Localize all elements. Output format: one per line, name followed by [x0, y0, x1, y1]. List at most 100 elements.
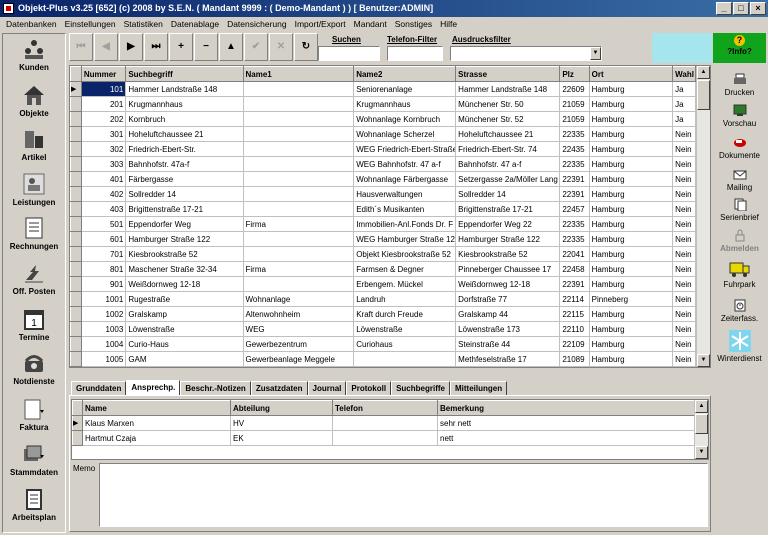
contact-row[interactable]: ▶ Klaus Marxen HV sehr nett — [72, 415, 695, 431]
col-wahl[interactable]: Wahl — [672, 66, 696, 82]
cell-plz[interactable]: 22335 — [559, 126, 590, 142]
cell-wahl[interactable]: Nein — [672, 171, 696, 187]
cell-strasse[interactable]: Hamburger Straße 122 — [455, 231, 561, 247]
cell-suchbegriff[interactable]: Krugmannhaus — [125, 96, 244, 112]
cell-nummer[interactable]: 402 — [80, 186, 127, 202]
cell-strasse[interactable]: Eppendorfer Weg 22 — [455, 216, 561, 232]
cell-ort[interactable]: Pinneberg — [588, 291, 674, 307]
cell-nummer[interactable]: 701 — [80, 246, 127, 262]
col-name2[interactable]: Name2 — [353, 66, 457, 82]
mailing-action[interactable]: Mailing — [713, 168, 766, 192]
post-record-button[interactable]: ✔ — [244, 33, 268, 61]
documents-action[interactable]: Dokumente — [713, 136, 766, 160]
cell-wahl[interactable]: Nein — [672, 186, 696, 202]
cell-name1[interactable] — [242, 186, 355, 202]
cell-strasse[interactable]: Kiesbrookstraße 52 — [455, 246, 561, 262]
cell-plz[interactable]: 21059 — [559, 111, 590, 127]
cell-suchbegriff[interactable]: Färbergasse — [125, 171, 244, 187]
cell-strasse[interactable]: Sollredder 14 — [455, 186, 561, 202]
row-indicator[interactable] — [70, 366, 82, 367]
col-plz[interactable]: Plz — [559, 66, 590, 82]
time-tracking-action[interactable]: Zeiterfass. — [713, 299, 766, 323]
cell-suchbegriff[interactable]: Löwenstraße — [125, 321, 244, 337]
row-indicator[interactable] — [70, 351, 82, 367]
col-telefon[interactable]: Telefon — [332, 400, 438, 416]
cell-wahl[interactable]: Nein — [672, 231, 696, 247]
cell-strasse[interactable]: Setzergasse 2a/Möller Lang — [455, 171, 561, 187]
col-bemerkung[interactable]: Bemerkung — [437, 400, 695, 416]
row-indicator[interactable] — [70, 171, 82, 187]
cell-ort[interactable]: Hamburg — [588, 171, 674, 187]
cell-ort[interactable]: Hamburg — [588, 321, 674, 337]
cell-wahl[interactable]: Nein — [672, 141, 696, 157]
nav-artikel[interactable]: Artikel — [3, 128, 65, 162]
cell-nummer[interactable]: 901 — [80, 276, 127, 292]
cell-ort[interactable]: Hamburg — [588, 276, 674, 292]
cell-strasse[interactable]: Gralskamp 44 — [455, 306, 561, 322]
row-indicator[interactable] — [70, 306, 82, 322]
chevron-down-icon[interactable]: ▼ — [590, 47, 601, 60]
row-indicator[interactable] — [70, 141, 82, 157]
col-abteilung[interactable]: Abteilung — [230, 400, 333, 416]
cell-name1[interactable]: GBR Pedellstraße 38 — [242, 366, 355, 367]
col-nummer[interactable]: Nummer — [80, 66, 127, 82]
cell-nummer[interactable]: 601 — [80, 231, 127, 247]
cell-wahl[interactable]: Nein — [672, 291, 696, 307]
cell-strasse[interactable]: Elbchaussee 133 — [455, 366, 561, 367]
col-strasse[interactable]: Strasse — [455, 66, 561, 82]
cell-nummer[interactable]: 101 — [80, 81, 127, 97]
cell-strasse[interactable]: Löwenstraße 173 — [455, 321, 561, 337]
cell-nummer[interactable]: 301 — [80, 126, 127, 142]
first-record-button[interactable]: ⏮ — [69, 33, 93, 61]
cell-name1[interactable]: Gewerbezentrum — [242, 336, 355, 352]
row-indicator[interactable] — [70, 336, 82, 352]
cell-suchbegriff[interactable]: Kiesbrookstraße 52 — [125, 246, 244, 262]
cell-suchbegriff[interactable]: Weißdornweg 12-18 — [125, 276, 244, 292]
cell-plz[interactable]: 22457 — [559, 201, 590, 217]
cell-wahl[interactable]: Nein — [672, 201, 696, 217]
cell-wahl[interactable]: Ja — [672, 96, 696, 112]
col-name[interactable]: Name — [82, 400, 231, 416]
cell-nummer[interactable]: 501 — [80, 216, 127, 232]
cell-nummer[interactable]: 201 — [80, 96, 127, 112]
winter-service-action[interactable]: Winterdienst — [713, 330, 766, 363]
table-row[interactable]: 302 Friedrich-Ebert-Str. WEG Friedrich-Ebe… — [70, 141, 696, 157]
cell-suchbegriff[interactable]: Hammer Landstraße 148 — [125, 81, 244, 97]
cell-name2[interactable]: Objekt Kiesbrookstraße 52 — [353, 246, 457, 262]
cell-name1[interactable]: Gewerbeanlage Meggele — [242, 351, 355, 367]
next-record-button[interactable]: ▶ — [119, 33, 143, 61]
preview-action[interactable]: Vorschau — [713, 104, 766, 128]
nav-off-posten[interactable]: Off. Posten — [3, 262, 65, 296]
cell-name1[interactable]: Firma — [242, 216, 355, 232]
cell-plz[interactable]: 22335 — [559, 231, 590, 247]
nav-stammdaten[interactable]: Stammdaten — [3, 443, 65, 477]
cell-plz[interactable]: 22458 — [559, 261, 590, 277]
cell-suchbegriff[interactable]: Eppendorfer Weg — [125, 216, 244, 232]
cell-ort[interactable]: Hamburg — [588, 186, 674, 202]
table-row[interactable]: 1005 GAM Gewerbeanlage Meggele Methfeselstr… — [70, 351, 696, 367]
cell-nummer[interactable]: 1004 — [80, 336, 127, 352]
cell-name2[interactable]: Wohnanlage Färbergasse — [353, 171, 457, 187]
cell-name2[interactable]: Kartius — [353, 366, 457, 367]
cell-wahl[interactable]: Nein — [672, 351, 696, 367]
cell-ort[interactable]: Hamburg — [588, 81, 674, 97]
cell-nummer[interactable]: 1001 — [80, 291, 127, 307]
scroll-thumb[interactable] — [697, 80, 710, 110]
cell-suchbegriff[interactable]: Kornbruch — [125, 111, 244, 127]
cell-ort[interactable]: Hamburg — [588, 231, 674, 247]
table-row[interactable]: 1003 Löwenstraße WEG Löwenstraße Löwenstraße… — [70, 321, 696, 337]
row-indicator[interactable] — [70, 291, 82, 307]
cell-name[interactable]: Klaus Marxen — [82, 415, 231, 431]
cell-strasse[interactable]: Pinneberger Chaussee 17 — [455, 261, 561, 277]
table-row[interactable]: 801 Maschener Straße 32-34 Firma Farmsen & … — [70, 261, 696, 277]
row-indicator[interactable] — [70, 126, 82, 142]
cell-plz[interactable]: 22114 — [559, 291, 590, 307]
cell-name2[interactable]: Kraft durch Freude — [353, 306, 457, 322]
cell-abteilung[interactable]: HV — [230, 415, 333, 431]
cell-suchbegriff[interactable]: Friedrich-Ebert-Str. — [125, 141, 244, 157]
cell-suchbegriff[interactable]: Curio-Haus — [125, 336, 244, 352]
cell-strasse[interactable]: Bahnhofstr. 47 a-f — [455, 156, 561, 172]
cell-name1[interactable]: WEG — [242, 321, 355, 337]
cell-strasse[interactable]: Münchener Str. 50 — [455, 96, 561, 112]
cell-abteilung[interactable]: EK — [230, 430, 333, 446]
